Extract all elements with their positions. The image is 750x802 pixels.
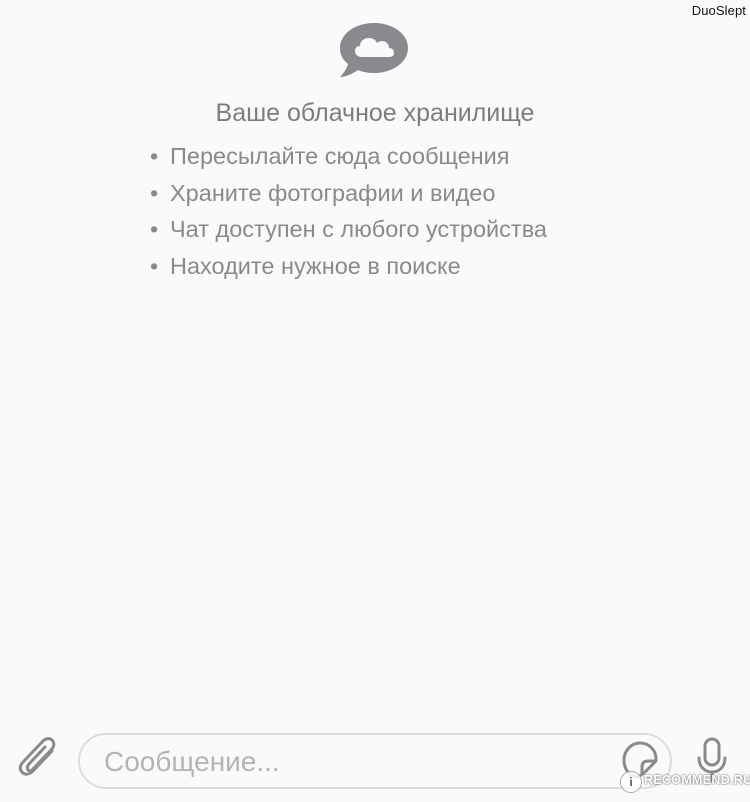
feature-item: • Храните фотографии и видео (150, 177, 547, 214)
feature-item: • Пересылайте сюда сообщения (150, 140, 547, 177)
message-input[interactable] (102, 741, 606, 783)
recommend-watermark-text: RECOMMEND.RU (644, 773, 750, 787)
recommend-watermark: i RECOMMEND.RU (618, 768, 750, 794)
feature-list: • Пересылайте сюда сообщения • Храните фот… (150, 140, 547, 286)
paperclip-icon[interactable] (16, 737, 60, 785)
feature-item-text: Пересылайте сюда сообщения (170, 143, 510, 169)
feature-item-text: Находите нужное в поиске (170, 252, 461, 279)
bullet-dot: • (150, 252, 159, 279)
feature-item-text: Храните фотографии и видео (170, 179, 496, 206)
recommend-logo-icon: i (620, 771, 642, 793)
feature-item: • Находите нужное в поиске (150, 250, 547, 287)
bullet-dot: • (150, 179, 159, 206)
bullet-dot: • (150, 216, 159, 243)
feature-item-text: Чат доступен с любого устройства (170, 216, 547, 243)
message-input-box[interactable] (78, 733, 672, 789)
cloud-bubble-icon (340, 23, 408, 77)
top-watermark: DuoSlept (691, 3, 746, 18)
feature-item: • Чат доступен с любого устройства (150, 213, 547, 250)
empty-state-title: Ваше облачное хранилище (215, 99, 535, 127)
bullet-dot: • (150, 143, 159, 169)
